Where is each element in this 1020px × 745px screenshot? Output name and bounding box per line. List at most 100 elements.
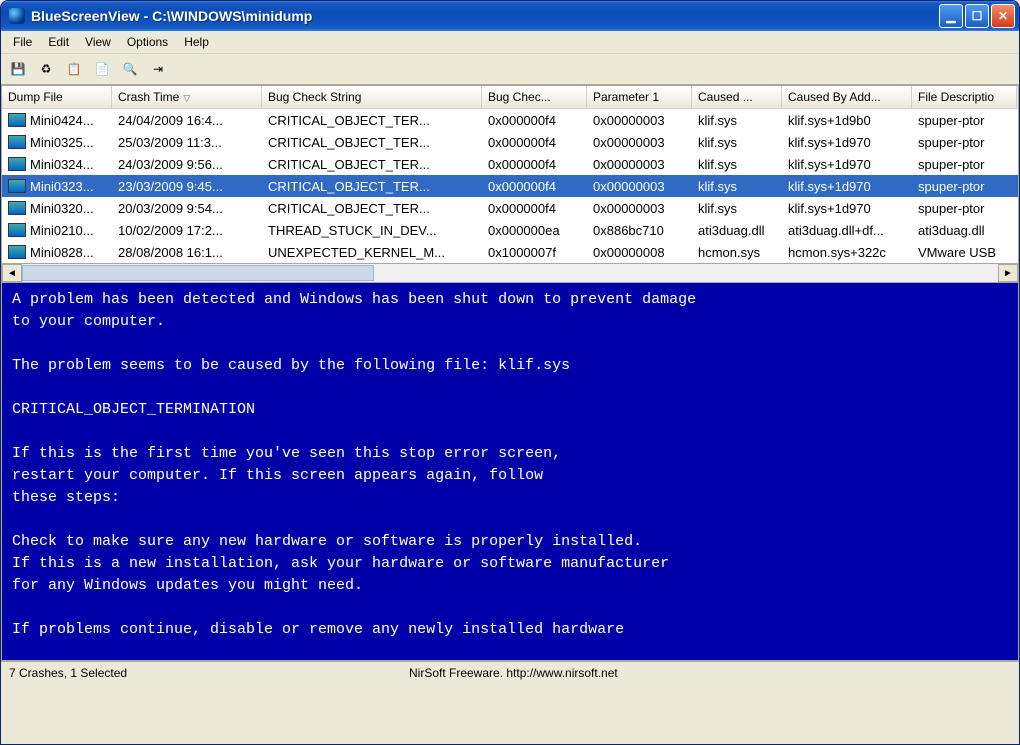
scroll-track[interactable]: [22, 265, 998, 281]
col-dump-file[interactable]: Dump File: [2, 86, 112, 108]
exit-icon[interactable]: ⇥: [147, 58, 169, 80]
cell: hcmon.sys+322c: [782, 243, 912, 262]
cell: Mini0325...: [2, 133, 112, 152]
titlebar[interactable]: BlueScreenView - C:\WINDOWS\minidump ▁ ☐…: [1, 1, 1019, 31]
dump-file-icon: [8, 201, 26, 215]
status-center: NirSoft Freeware. http://www.nirsoft.net: [409, 666, 1011, 680]
dump-file-icon: [8, 245, 26, 259]
status-left: 7 Crashes, 1 Selected: [9, 666, 409, 680]
menu-edit[interactable]: Edit: [40, 33, 77, 51]
cell: Mini0323...: [2, 177, 112, 196]
cell: 23/03/2009 9:45...: [112, 177, 262, 196]
cell: CRITICAL_OBJECT_TER...: [262, 177, 482, 196]
cell: spuper-ptor: [912, 111, 1017, 130]
cell: klif.sys+1d970: [782, 177, 912, 196]
dump-file-icon: [8, 113, 26, 127]
col-bug-check-string[interactable]: Bug Check String: [262, 86, 482, 108]
scroll-left-icon[interactable]: ◄: [2, 264, 22, 282]
cell: CRITICAL_OBJECT_TER...: [262, 133, 482, 152]
menu-view[interactable]: View: [77, 33, 119, 51]
scroll-thumb[interactable]: [22, 265, 374, 281]
table-row[interactable]: Mini0325...25/03/2009 11:3...CRITICAL_OB…: [2, 131, 1018, 153]
cell: Mini0320...: [2, 199, 112, 218]
bsod-preview[interactable]: A problem has been detected and Windows …: [1, 283, 1019, 661]
cell: Mini0424...: [2, 111, 112, 130]
menu-options[interactable]: Options: [119, 33, 176, 51]
cell: klif.sys: [692, 133, 782, 152]
save-icon[interactable]: 💾: [7, 58, 29, 80]
table-row[interactable]: Mini0320...20/03/2009 9:54...CRITICAL_OB…: [2, 197, 1018, 219]
dump-file-icon: [8, 157, 26, 171]
app-window: BlueScreenView - C:\WINDOWS\minidump ▁ ☐…: [0, 0, 1020, 745]
cell: 28/08/2008 16:1...: [112, 243, 262, 262]
properties-icon[interactable]: 📄: [91, 58, 113, 80]
find-icon[interactable]: 🔍: [119, 58, 141, 80]
list-header: Dump File Crash Time▽ Bug Check String B…: [2, 86, 1018, 109]
window-title: BlueScreenView - C:\WINDOWS\minidump: [31, 8, 939, 24]
cell: CRITICAL_OBJECT_TER...: [262, 199, 482, 218]
cell: 0x000000f4: [482, 177, 587, 196]
cell: 0x000000f4: [482, 155, 587, 174]
cell: ati3duag.dll+df...: [782, 221, 912, 240]
menu-file[interactable]: File: [5, 33, 40, 51]
cell: UNEXPECTED_KERNEL_M...: [262, 243, 482, 262]
copy-icon[interactable]: 📋: [63, 58, 85, 80]
cell: Mini0324...: [2, 155, 112, 174]
table-row[interactable]: Mini0323...23/03/2009 9:45...CRITICAL_OB…: [2, 175, 1018, 197]
col-label: Crash Time: [118, 90, 179, 104]
cell: 20/03/2009 9:54...: [112, 199, 262, 218]
cell: spuper-ptor: [912, 199, 1017, 218]
menu-help[interactable]: Help: [176, 33, 217, 51]
cell: CRITICAL_OBJECT_TER...: [262, 155, 482, 174]
col-caused-by[interactable]: Caused ...: [692, 86, 782, 108]
cell: 25/03/2009 11:3...: [112, 133, 262, 152]
cell: 0x00000003: [587, 111, 692, 130]
cell: klif.sys: [692, 199, 782, 218]
col-crash-time[interactable]: Crash Time▽: [112, 86, 262, 108]
cell: 0x00000003: [587, 199, 692, 218]
cell: klif.sys+1d970: [782, 199, 912, 218]
cell: klif.sys: [692, 111, 782, 130]
table-row[interactable]: Mini0828...28/08/2008 16:1...UNEXPECTED_…: [2, 241, 1018, 263]
toolbar: 💾 ♻ 📋 📄 🔍 ⇥: [1, 54, 1019, 85]
close-button[interactable]: ✕: [991, 4, 1015, 28]
cell: 0x00000003: [587, 155, 692, 174]
crash-list: Dump File Crash Time▽ Bug Check String B…: [1, 85, 1019, 264]
cell: 0x000000f4: [482, 133, 587, 152]
table-row[interactable]: Mini0424...24/04/2009 16:4...CRITICAL_OB…: [2, 109, 1018, 131]
cell: klif.sys: [692, 177, 782, 196]
cell: 0x00000008: [587, 243, 692, 262]
maximize-button[interactable]: ☐: [965, 4, 989, 28]
window-buttons: ▁ ☐ ✕: [939, 4, 1015, 28]
cell: 0x00000003: [587, 177, 692, 196]
cell: CRITICAL_OBJECT_TER...: [262, 111, 482, 130]
cell: spuper-ptor: [912, 177, 1017, 196]
cell: hcmon.sys: [692, 243, 782, 262]
cell: 24/04/2009 16:4...: [112, 111, 262, 130]
dump-file-icon: [8, 179, 26, 193]
col-parameter-1[interactable]: Parameter 1: [587, 86, 692, 108]
cell: 0x000000ea: [482, 221, 587, 240]
table-row[interactable]: Mini0210...10/02/2009 17:2...THREAD_STUC…: [2, 219, 1018, 241]
col-file-description[interactable]: File Descriptio: [912, 86, 1017, 108]
app-icon: [9, 8, 25, 24]
cell: klif.sys: [692, 155, 782, 174]
col-bug-check-code[interactable]: Bug Chec...: [482, 86, 587, 108]
cell: 0x886bc710: [587, 221, 692, 240]
cell: 24/03/2009 9:56...: [112, 155, 262, 174]
horizontal-scrollbar[interactable]: ◄ ►: [1, 264, 1019, 283]
cell: klif.sys+1d970: [782, 155, 912, 174]
cell: klif.sys+1d9b0: [782, 111, 912, 130]
cell: 0x1000007f: [482, 243, 587, 262]
cell: spuper-ptor: [912, 133, 1017, 152]
scroll-right-icon[interactable]: ►: [998, 264, 1018, 282]
col-caused-by-addr[interactable]: Caused By Add...: [782, 86, 912, 108]
refresh-icon[interactable]: ♻: [35, 58, 57, 80]
cell: 0x000000f4: [482, 199, 587, 218]
list-body: Mini0424...24/04/2009 16:4...CRITICAL_OB…: [2, 109, 1018, 263]
cell: THREAD_STUCK_IN_DEV...: [262, 221, 482, 240]
minimize-button[interactable]: ▁: [939, 4, 963, 28]
dump-file-icon: [8, 223, 26, 237]
cell: ati3duag.dll: [912, 221, 1017, 240]
table-row[interactable]: Mini0324...24/03/2009 9:56...CRITICAL_OB…: [2, 153, 1018, 175]
